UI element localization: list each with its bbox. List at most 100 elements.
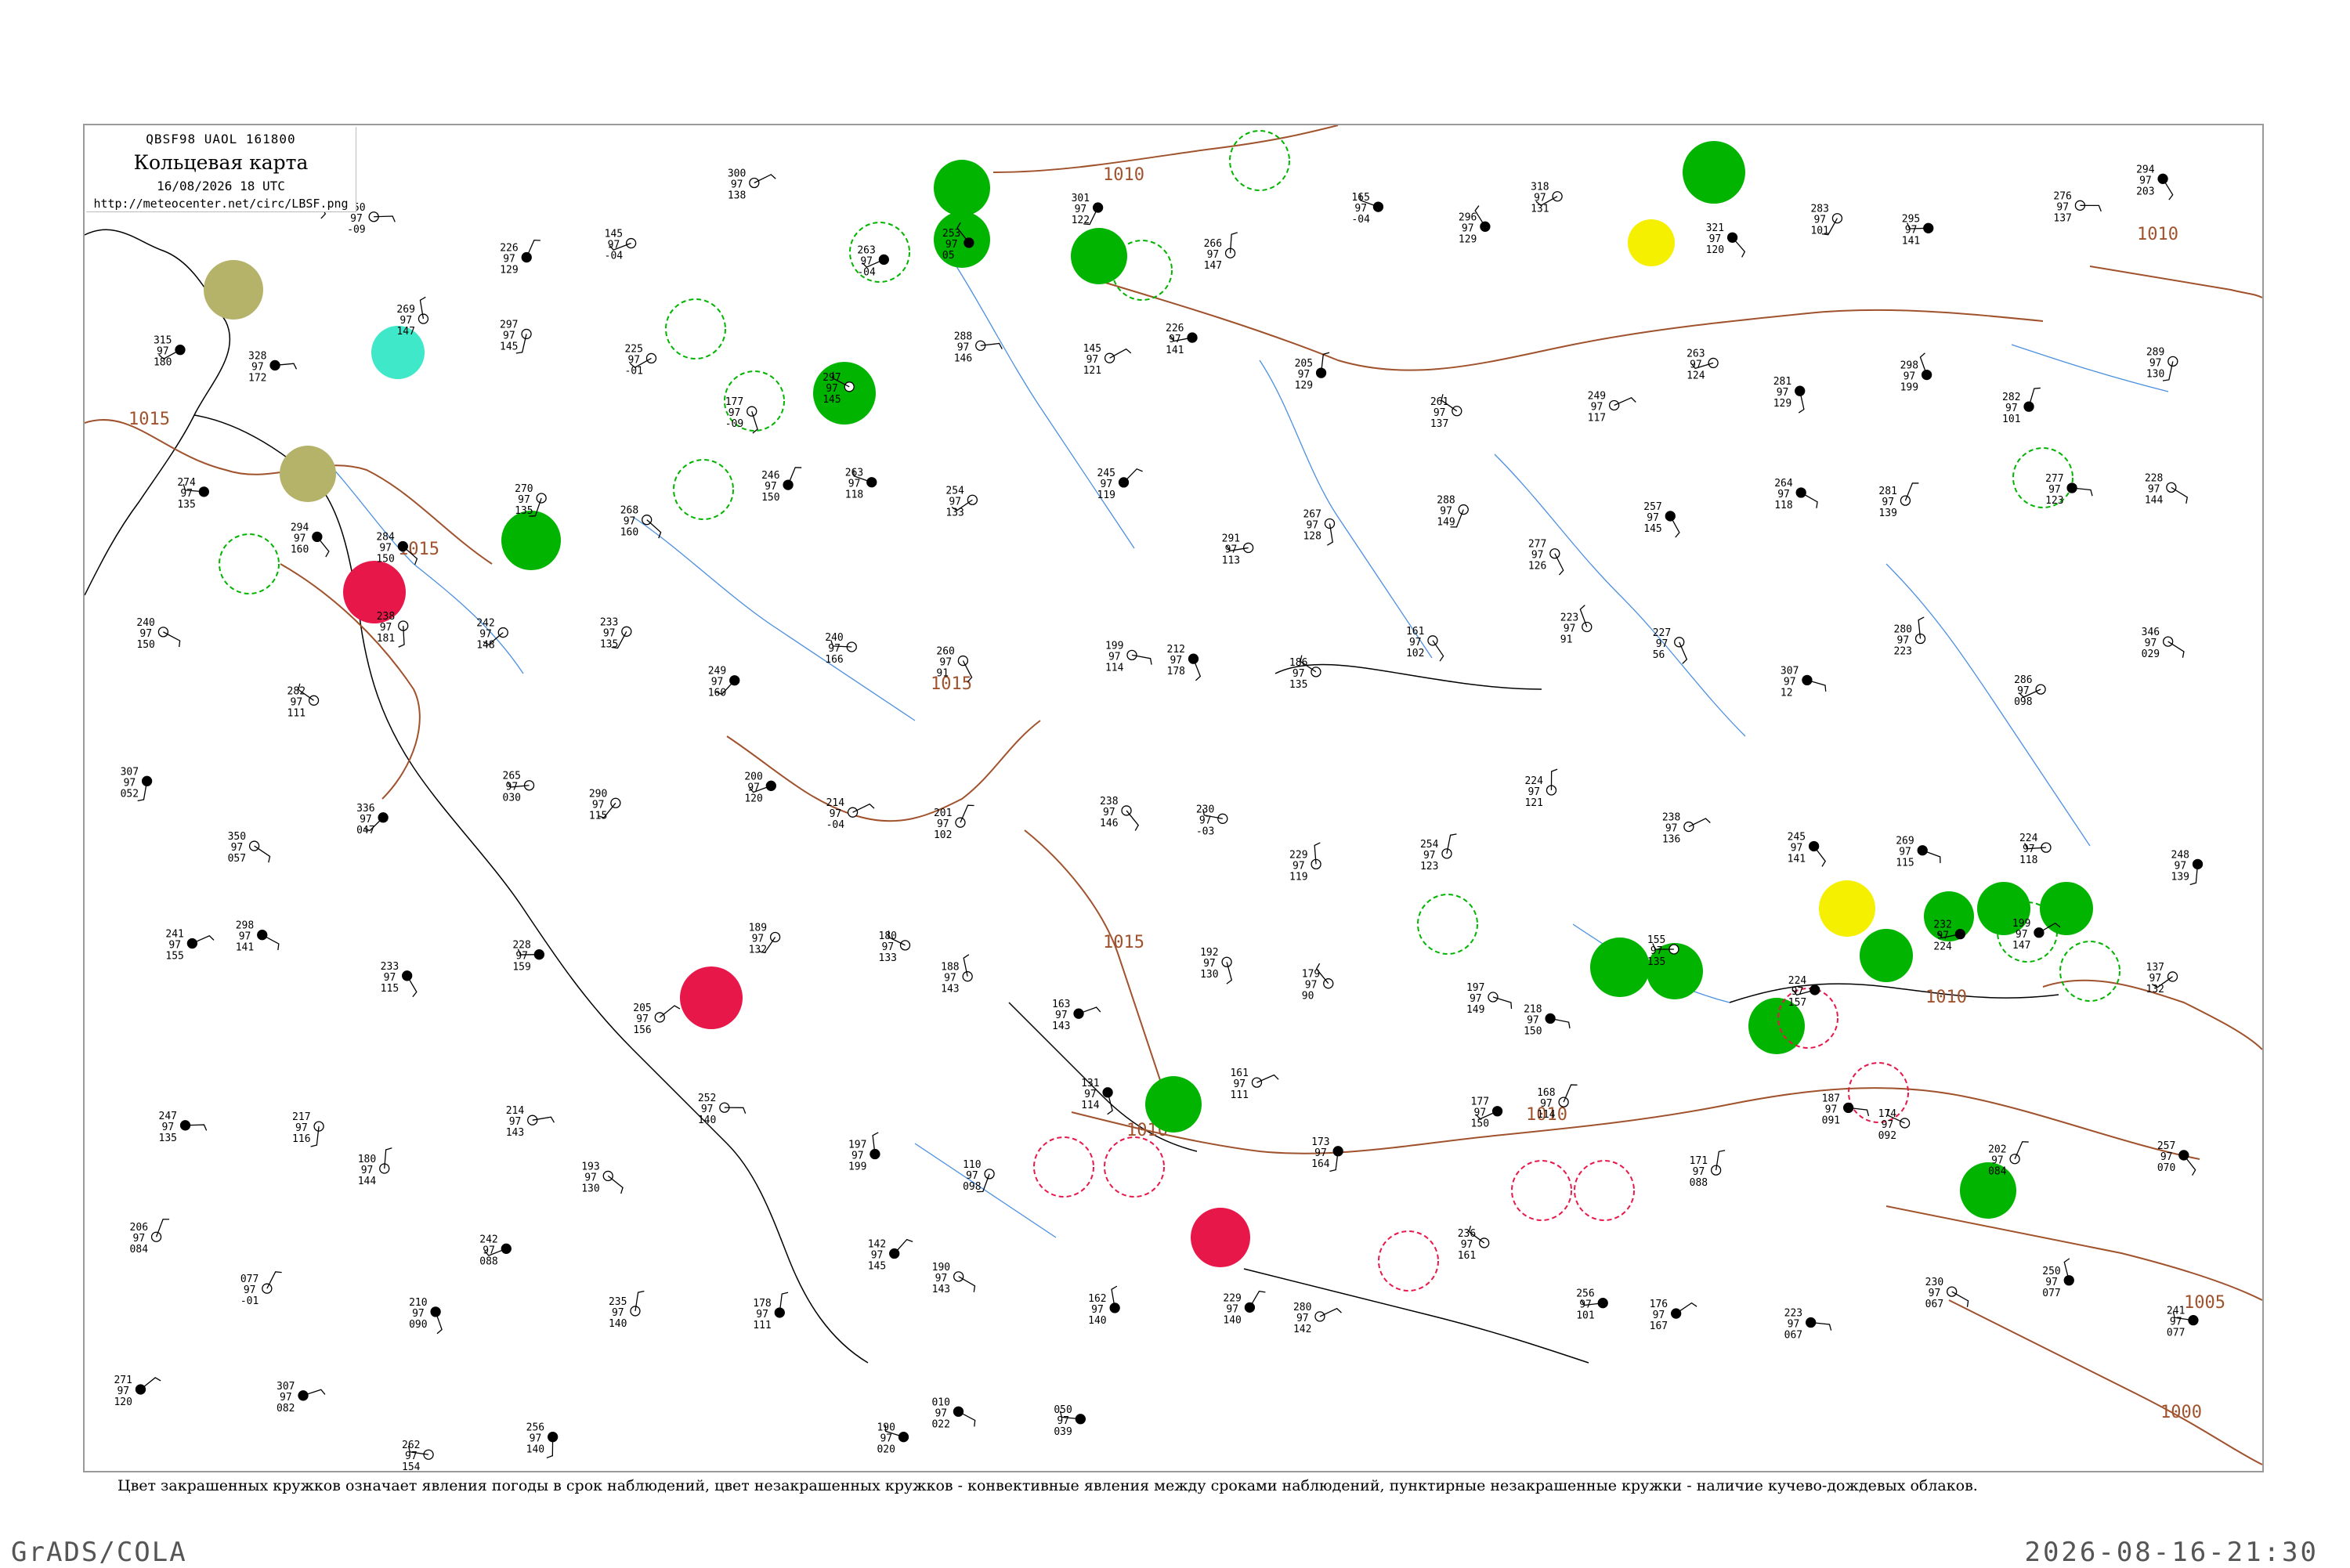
station-value: 97 — [1084, 1089, 1097, 1100]
station-value: 156 — [633, 1024, 651, 1036]
wind-barb-icon — [1109, 348, 1132, 359]
station-plot: 21497143 — [506, 1105, 555, 1139]
station-value: 97 — [1207, 249, 1220, 261]
station-value: 97 — [1791, 842, 1803, 854]
station-value: 052 — [121, 788, 139, 800]
station-value: 277 — [1528, 539, 1546, 551]
station-plot: 26297154 — [402, 1440, 434, 1471]
station-value: 084 — [130, 1244, 149, 1255]
weather-circle-thunderstorm — [1191, 1208, 1250, 1267]
station-value: 261 — [1430, 396, 1448, 408]
convective-circle — [1229, 130, 1290, 191]
station-value: -01 — [624, 365, 642, 377]
station-value: 224 — [2019, 833, 2038, 844]
station-plot: 26697147 — [1204, 232, 1238, 272]
title-box: QBSF98 UAOL 161800 Кольцевая карта 16/08… — [86, 127, 356, 212]
station-value: 120 — [744, 793, 762, 804]
station-plot: 20097120 — [744, 771, 776, 804]
station-value: 132 — [749, 944, 767, 956]
wind-barb-icon — [316, 536, 330, 558]
station-plot: 30797082 — [277, 1381, 326, 1414]
station-value: 97 — [826, 383, 838, 395]
station-value: 199 — [848, 1162, 866, 1173]
station-value: 047 — [356, 825, 374, 836]
station-value: 269 — [396, 304, 414, 316]
station-value: 97 — [1665, 823, 1678, 835]
station-value: 143 — [932, 1284, 950, 1295]
convective-circle — [1417, 894, 1478, 955]
station-value: 200 — [744, 771, 762, 782]
wind-barb-icon — [852, 803, 875, 813]
station-plot: 21897150 — [1524, 1003, 1571, 1037]
station-value: 97 — [2149, 357, 2162, 369]
weather-circle-rain — [1860, 929, 1913, 982]
station-plot: 14597121 — [1083, 343, 1132, 377]
map-title: Кольцевая карта — [133, 151, 309, 174]
wind-barb-icon — [1676, 1302, 1697, 1314]
isobar-label: 1005 — [2184, 1293, 2225, 1313]
station-plot: 19097143 — [932, 1262, 976, 1295]
station-value: 101 — [1810, 226, 1828, 237]
station-value: 084 — [1988, 1166, 2007, 1178]
station-value: 97 — [1647, 512, 1659, 524]
station-value: -04 — [1351, 214, 1370, 226]
station-value: 296 — [1459, 211, 1477, 223]
station-value: 97 — [1531, 550, 1544, 562]
station-value: 135 — [159, 1133, 177, 1144]
station-plot: 22497118 — [2019, 833, 2052, 866]
station-value: 118 — [1774, 500, 1792, 511]
station-value: 97 — [1656, 638, 1668, 650]
station-plot: 3079712 — [1781, 665, 1827, 699]
weather-circle-fog — [204, 260, 263, 320]
station-value: 223 — [1894, 645, 1912, 657]
station-value: 098 — [2014, 696, 2032, 708]
coastline-layer — [85, 229, 2059, 1364]
station-value: 197 — [1466, 982, 1484, 994]
station-plot: 17197088 — [1690, 1150, 1726, 1189]
station-value: 145 — [1083, 343, 1101, 355]
station-value: 160 — [708, 688, 726, 699]
station-plot: 17497092 — [1878, 1108, 1911, 1142]
cloud-cover-icon — [964, 237, 974, 248]
weather-circle-haze — [1628, 219, 1675, 266]
isobar-label: 1015 — [1103, 933, 1144, 952]
station-plot: 26597030 — [503, 771, 535, 804]
convective-circle — [2012, 447, 2073, 508]
station-plot: 29597141 — [1902, 213, 1934, 247]
station-value: 147 — [1204, 260, 1222, 272]
station-value: 97 — [291, 696, 303, 708]
station-plot: 24997117 — [1588, 390, 1636, 424]
wind-barb-icon — [1688, 818, 1711, 828]
station-value: 97 — [515, 951, 528, 963]
station-value: 97 — [1462, 222, 1474, 234]
station-plot: 28197129 — [1773, 376, 1806, 414]
station-value: 97 — [860, 255, 873, 267]
station-plot: 2279756 — [1653, 627, 1688, 664]
station-plot: 24997160 — [708, 666, 740, 699]
station-plot: 33697047 — [356, 803, 389, 836]
station-value: 180 — [879, 930, 897, 942]
station-value: 126 — [1528, 561, 1546, 573]
station-value: 102 — [1406, 648, 1424, 659]
station-value: 240 — [136, 617, 154, 629]
cloud-cover-icon — [955, 817, 966, 828]
station-value: 282 — [2002, 392, 2020, 403]
station-value: 264 — [1774, 478, 1793, 490]
station-value: 263 — [845, 468, 863, 479]
station-plot: 21497-04 — [826, 797, 875, 831]
station-value: 97 — [701, 1104, 714, 1115]
station-value: 236 — [1458, 1228, 1476, 1240]
station-value: 245 — [1788, 831, 1806, 843]
station-value: 97 — [1534, 193, 1546, 204]
station-value: 119 — [1289, 871, 1307, 883]
station-value: 247 — [159, 1111, 177, 1122]
station-value: 295 — [1902, 213, 1920, 225]
station-plot: 29197113 — [1222, 533, 1254, 566]
station-value: 97 — [1825, 1104, 1838, 1115]
station-value: 97 — [1199, 815, 1212, 826]
station-value: 029 — [2142, 649, 2160, 660]
station-value: 97 — [1936, 930, 1949, 942]
station-value: 140 — [1223, 1314, 1241, 1326]
station-value: 115 — [1896, 858, 1914, 869]
station-value: 226 — [1166, 323, 1184, 334]
